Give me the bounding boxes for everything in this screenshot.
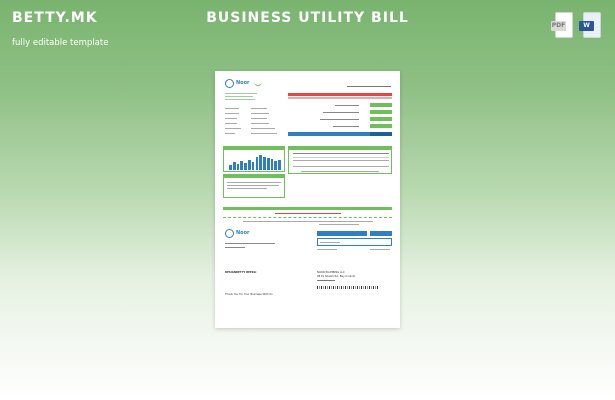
red-banner-sub: [288, 97, 392, 99]
word-file-icon[interactable]: W: [579, 12, 601, 38]
usage-chart-bar: [244, 162, 247, 170]
stub-logo-icon: [225, 229, 234, 238]
meter-note: [301, 171, 379, 172]
logo-mark: [254, 81, 262, 86]
logo-icon: [225, 79, 234, 88]
amount-enclosed-field[interactable]: [317, 238, 392, 246]
usage-chart-bar: [232, 161, 236, 170]
usage-chart-bar: [270, 159, 274, 170]
red-banner: [288, 93, 392, 96]
customer-name: DESIGNBETTY BEERLI: [225, 271, 257, 274]
usage-chart-bar: [278, 160, 281, 170]
usage-chart-box: [223, 146, 285, 172]
barcode: [317, 286, 379, 289]
pdf-file-icon[interactable]: PDF: [551, 12, 573, 38]
stub-amount-bar: [317, 231, 367, 236]
usage-chart-header: [224, 147, 284, 150]
file-format-icons: PDF W: [551, 12, 601, 38]
usage-chart: [228, 152, 282, 170]
usage-chart-bar: [240, 161, 244, 170]
logo-text: Noor: [236, 80, 250, 86]
usage-chart-bar: [229, 164, 232, 170]
brand-tagline: fully editable template: [12, 38, 109, 48]
usage-chart-bar: [236, 163, 240, 170]
sender-lines: [225, 93, 257, 94]
usage-chart-bar: [274, 161, 278, 170]
usage-chart-bar: [266, 158, 270, 170]
usage-chart-bar: [251, 161, 255, 170]
dashed-cut-line: [223, 217, 392, 218]
company-name: NOOR PLUMBING LLC: [317, 271, 345, 274]
company-address: 98 EL Sheikh Rd, Bay Coulom: [317, 275, 356, 278]
stub-amount-value: [370, 231, 392, 236]
messages-box: [223, 174, 285, 198]
usage-chart-bar: [255, 157, 259, 170]
green-divider: [223, 207, 392, 210]
statement-date: [347, 86, 391, 87]
stub-logo-text: Noor: [236, 230, 250, 236]
usage-chart-bar: [263, 156, 266, 170]
footer-note: Thank You For Your Business With Us: [225, 293, 273, 296]
bill-preview: Noor Noor DESIGNBETTY BEERLI NOOR PLUMBI…: [215, 71, 400, 328]
page-title: BUSINESS UTILITY BILL: [206, 10, 409, 26]
red-note: [275, 213, 341, 214]
usage-chart-bar: [259, 154, 262, 170]
usage-chart-bar: [248, 160, 251, 170]
meter-table: [288, 146, 392, 174]
